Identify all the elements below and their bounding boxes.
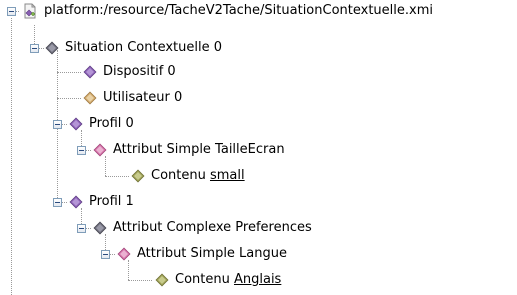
diamond-pink-icon xyxy=(117,247,131,261)
tree-connector xyxy=(105,156,106,176)
diamond-purple-icon xyxy=(83,65,97,79)
tree-connector xyxy=(105,176,129,177)
tree-node-profil0-label[interactable]: Profil 0 xyxy=(89,116,134,132)
diamond-olive-icon xyxy=(131,169,145,183)
tree-node-contenu-anglais-label[interactable]: Contenu Anglais xyxy=(175,272,281,288)
tree-connector xyxy=(57,98,81,99)
tree-node-contenu-small-label[interactable]: Contenu small xyxy=(151,168,245,184)
xmi-resource-icon xyxy=(24,3,36,19)
resource-tree: platform:/resource/TacheV2Tache/Situatio… xyxy=(0,0,517,295)
collapse-toggle-attr-preferences[interactable] xyxy=(77,224,86,233)
diamond-pink-icon xyxy=(93,143,107,157)
diamond-gray-icon xyxy=(93,221,107,235)
tree-node-attr-preferences-label[interactable]: Attribut Complexe Preferences xyxy=(113,220,312,236)
contenu-prefix: Contenu xyxy=(175,272,230,287)
contenu-prefix: Contenu xyxy=(151,168,206,183)
diamond-purple-icon xyxy=(69,195,83,209)
tree-node-attr-langue-label[interactable]: Attribut Simple Langue xyxy=(137,246,287,262)
tree-connector xyxy=(57,72,81,73)
collapse-toggle-attr-taille[interactable] xyxy=(77,146,86,155)
collapse-toggle-profil1[interactable] xyxy=(53,198,62,207)
tree-node-root-label[interactable]: platform:/resource/TacheV2Tache/Situatio… xyxy=(44,3,433,19)
tree-node-profil1-label[interactable]: Profil 1 xyxy=(89,194,134,210)
tree-node-situation-label[interactable]: Situation Contextuelle 0 xyxy=(65,40,222,56)
diamond-olive-icon xyxy=(155,273,169,287)
tree-node-attr-taille-label[interactable]: Attribut Simple TailleEcran xyxy=(113,142,285,158)
diamond-tan-icon xyxy=(83,91,97,105)
collapse-toggle-profil0[interactable] xyxy=(53,120,62,129)
collapse-toggle-root[interactable] xyxy=(7,7,16,16)
tree-connector xyxy=(128,280,152,281)
contenu-value: small xyxy=(209,168,245,183)
contenu-value: Anglais xyxy=(233,272,282,287)
tree-node-dispositif-label[interactable]: Dispositif 0 xyxy=(103,64,176,80)
diamond-purple-icon xyxy=(69,117,83,131)
tree-connector xyxy=(11,18,12,295)
collapse-toggle-attr-langue[interactable] xyxy=(101,250,110,259)
situation-diamond-icon xyxy=(45,41,59,55)
collapse-toggle-situation[interactable] xyxy=(30,44,39,53)
tree-node-utilisateur-label[interactable]: Utilisateur 0 xyxy=(103,90,182,106)
tree-connector xyxy=(128,260,129,280)
